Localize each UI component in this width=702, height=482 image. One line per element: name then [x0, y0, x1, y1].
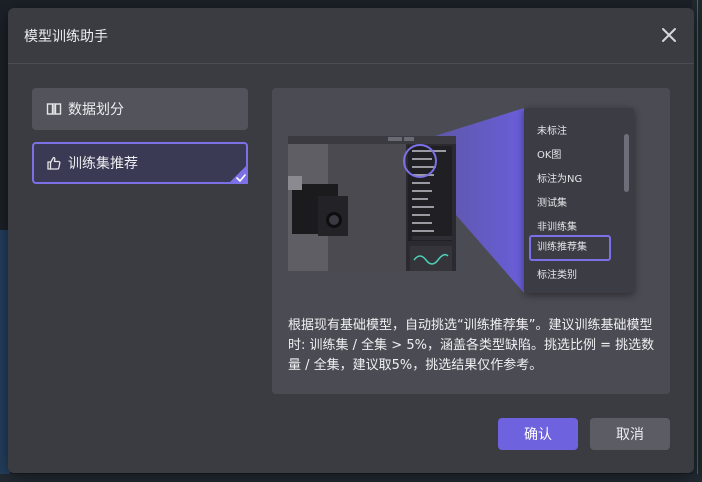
- dropdown-option: 标注为NG: [537, 174, 583, 185]
- dropdown-option: 未标注: [537, 126, 567, 137]
- dialog-title: 模型训练助手: [24, 29, 108, 45]
- close-icon[interactable]: [660, 26, 678, 44]
- dropdown-option: 非训练集: [537, 222, 577, 233]
- menu-item-label: 训练集推荐: [68, 156, 138, 172]
- thumbs-up-icon: [46, 155, 62, 171]
- menu-item-label: 数据划分: [68, 102, 124, 118]
- preview-panel: 未标注 OK图 标注为NG 测试集 非训练集 训练推荐集 标注类别 根据现有基础…: [272, 88, 670, 394]
- check-corner-icon: [228, 164, 248, 184]
- dropdown-scrollbar: [624, 134, 629, 192]
- backdrop-bottom: [0, 474, 702, 482]
- preview-image: [288, 136, 456, 271]
- zoomed-dropdown: 未标注 OK图 标注为NG 测试集 非训练集 训练推荐集 标注类别: [524, 108, 634, 293]
- dropdown-option: 测试集: [537, 198, 567, 209]
- recommend-description: 根据现有基础模型，自动挑选“训练推荐集”。建议训练基础模型时: 训练集 / 全集…: [288, 318, 655, 373]
- dialog-header: 模型训练助手: [8, 8, 694, 64]
- dropdown-option-selected: 训练推荐集: [529, 235, 611, 261]
- backdrop-line: [697, 0, 698, 482]
- dropdown-option: 标注类别: [537, 270, 577, 281]
- preview-screenshot: [288, 136, 456, 271]
- training-assistant-dialog: 模型训练助手 数据划分 训练集推荐 未标注 OK图 标注为NG 测试集 非训练集…: [8, 8, 694, 473]
- dropdown-option: OK图: [537, 150, 562, 161]
- menu-item-data-split[interactable]: 数据划分: [32, 88, 248, 130]
- split-icon: [46, 101, 62, 117]
- menu-item-training-recommend[interactable]: 训练集推荐: [32, 142, 248, 184]
- cancel-button[interactable]: 取消: [590, 418, 670, 450]
- confirm-button[interactable]: 确认: [498, 418, 578, 450]
